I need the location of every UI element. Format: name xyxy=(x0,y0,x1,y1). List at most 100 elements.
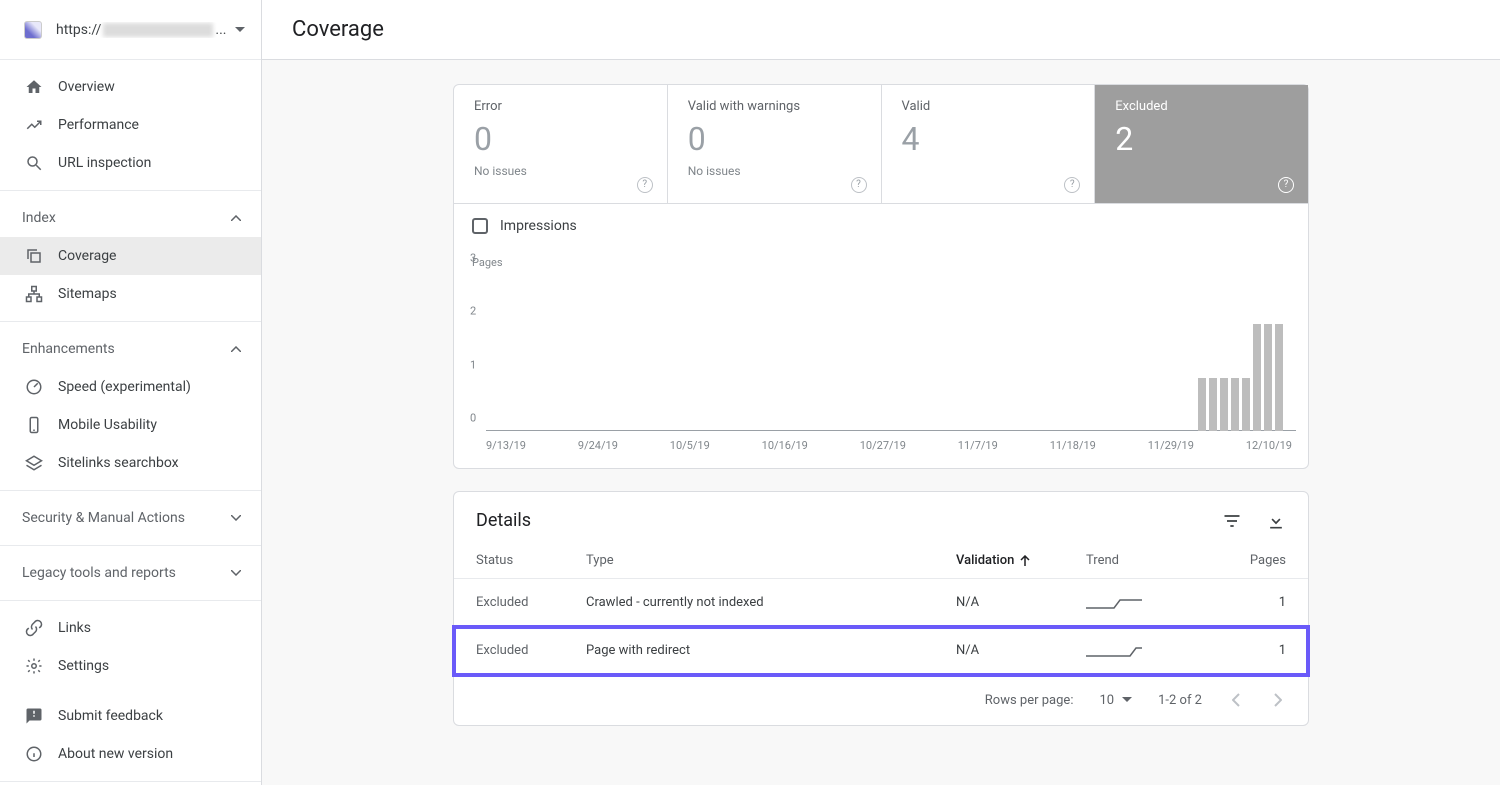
nav-label: Speed (experimental) xyxy=(58,379,191,395)
filter-icon[interactable] xyxy=(1222,511,1242,531)
nav-section-legacy[interactable]: Legacy tools and reports xyxy=(0,554,261,592)
download-icon[interactable] xyxy=(1266,511,1286,531)
nav-performance[interactable]: Performance xyxy=(0,106,261,144)
cell-pages: 1 xyxy=(1226,643,1286,658)
cell-type: Crawled - currently not indexed xyxy=(586,595,956,610)
property-url: https://... xyxy=(56,22,235,38)
col-pages: Pages xyxy=(1226,553,1286,568)
section-label: Enhancements xyxy=(22,341,115,357)
nav-section-enhancements[interactable]: Enhancements xyxy=(0,330,261,368)
nav-label: About new version xyxy=(58,746,173,762)
impressions-toggle-row: Impressions xyxy=(454,203,1308,248)
tab-label: Excluded xyxy=(1115,99,1288,114)
chart-xticks: 9/13/199/24/1910/5/1910/16/1910/27/1911/… xyxy=(486,439,1296,452)
tab-value: 2 xyxy=(1115,120,1288,158)
nav-label: Submit feedback xyxy=(58,708,163,724)
help-icon[interactable]: ? xyxy=(1064,177,1080,193)
chevron-down-icon xyxy=(235,27,245,33)
nav-section-index[interactable]: Index xyxy=(0,199,261,237)
col-validation[interactable]: Validation xyxy=(956,553,1086,568)
nav-feedback[interactable]: Submit feedback xyxy=(0,697,261,735)
chart-plot-area: 0123 xyxy=(486,271,1296,431)
details-header: Details xyxy=(454,492,1308,543)
tab-value: 4 xyxy=(902,120,1075,158)
tab-valid-warnings[interactable]: Valid with warnings 0 No issues ? xyxy=(668,85,882,203)
home-icon xyxy=(24,77,44,97)
cell-trend xyxy=(1086,596,1226,610)
section-label: Index xyxy=(22,210,56,226)
details-thead: Status Type Validation Trend Pages xyxy=(454,543,1308,579)
nav-group-main: Overview Performance URL inspection xyxy=(0,60,261,191)
col-trend: Trend xyxy=(1086,553,1226,568)
search-icon xyxy=(24,153,44,173)
info-icon xyxy=(24,744,44,764)
gauge-icon xyxy=(24,377,44,397)
nav-group-index: Index Coverage Sitemaps xyxy=(0,191,261,322)
nav-overview[interactable]: Overview xyxy=(0,68,261,106)
tab-label: Valid xyxy=(902,99,1075,114)
status-tabs: Error 0 No issues ? Valid with warnings … xyxy=(454,85,1308,203)
nav-label: Sitemaps xyxy=(58,286,117,302)
nav-section-security[interactable]: Security & Manual Actions xyxy=(0,499,261,537)
next-page-button[interactable] xyxy=(1270,689,1286,711)
col-status: Status xyxy=(476,553,586,568)
help-icon[interactable]: ? xyxy=(1278,177,1294,193)
tab-valid[interactable]: Valid 4 ? xyxy=(882,85,1096,203)
content-scroll[interactable]: Error 0 No issues ? Valid with warnings … xyxy=(262,60,1500,785)
chevron-down-icon xyxy=(231,570,241,576)
tab-value: 0 xyxy=(474,120,647,158)
cell-type: Page with redirect xyxy=(586,643,956,658)
cell-validation: N/A xyxy=(956,595,1086,610)
details-title: Details xyxy=(476,510,531,531)
tab-label: Error xyxy=(474,99,647,114)
nav-about[interactable]: About new version xyxy=(0,735,261,773)
chevron-up-icon xyxy=(231,215,241,221)
nav-speed[interactable]: Speed (experimental) xyxy=(0,368,261,406)
tab-sub: No issues xyxy=(688,164,861,178)
tab-label: Valid with warnings xyxy=(688,99,861,114)
tab-sub: No issues xyxy=(474,164,647,178)
nav-label: Performance xyxy=(58,117,139,133)
impressions-label: Impressions xyxy=(500,218,577,234)
topbar: Coverage xyxy=(262,0,1500,60)
sidebar: https://... Overview Performance URL ins… xyxy=(0,0,262,785)
table-row[interactable]: ExcludedPage with redirectN/A1 xyxy=(454,627,1308,675)
cell-status: Excluded xyxy=(476,643,586,658)
details-actions xyxy=(1222,511,1286,531)
nav-url-inspection[interactable]: URL inspection xyxy=(0,144,261,182)
rows-per-page-select[interactable]: 10 xyxy=(1099,693,1132,708)
cell-pages: 1 xyxy=(1226,595,1286,610)
nav-links[interactable]: Links xyxy=(0,609,261,647)
rows-per-page-label: Rows per page: xyxy=(985,693,1074,708)
link-icon xyxy=(24,618,44,638)
prev-page-button[interactable] xyxy=(1228,689,1244,711)
table-row[interactable]: ExcludedCrawled - currently not indexedN… xyxy=(454,579,1308,627)
help-icon[interactable]: ? xyxy=(637,177,653,193)
nav-sitelinks[interactable]: Sitelinks searchbox xyxy=(0,444,261,482)
nav-coverage[interactable]: Coverage xyxy=(0,237,261,275)
impressions-checkbox[interactable] xyxy=(472,218,488,234)
chevron-down-icon xyxy=(231,515,241,521)
nav-group-legacy: Legacy tools and reports xyxy=(0,546,261,601)
feedback-icon xyxy=(24,706,44,726)
nav-group-footer: Links Settings Submit feedback About new… xyxy=(0,601,261,782)
page-title: Coverage xyxy=(292,17,384,42)
tab-error[interactable]: Error 0 No issues ? xyxy=(454,85,668,203)
cell-status: Excluded xyxy=(476,595,586,610)
nav-label: Overview xyxy=(58,79,115,95)
nav-settings[interactable]: Settings xyxy=(0,647,261,685)
sort-up-icon xyxy=(1020,555,1030,567)
nav-label: URL inspection xyxy=(58,155,151,171)
section-label: Security & Manual Actions xyxy=(22,510,185,526)
property-selector[interactable]: https://... xyxy=(0,0,261,60)
col-type: Type xyxy=(586,553,956,568)
nav-label: Mobile Usability xyxy=(58,417,157,433)
chart-ylabel: Pages xyxy=(472,256,1296,269)
nav-mobile[interactable]: Mobile Usability xyxy=(0,406,261,444)
section-label: Legacy tools and reports xyxy=(22,565,176,581)
nav-sitemaps[interactable]: Sitemaps xyxy=(0,275,261,313)
nav-label: Sitelinks searchbox xyxy=(58,455,179,471)
nav-label: Links xyxy=(58,620,91,636)
help-icon[interactable]: ? xyxy=(851,177,867,193)
tab-excluded[interactable]: Excluded 2 ? xyxy=(1095,85,1308,203)
